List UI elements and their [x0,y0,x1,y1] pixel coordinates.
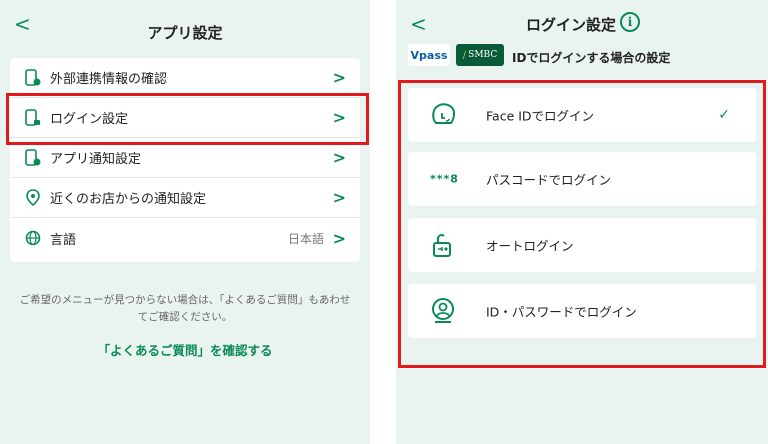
chevron-right-icon: > [332,188,346,207]
login-option-label: Face IDでログイン [486,108,595,124]
smbc-logo: / SMBC [456,44,504,66]
menu-item-login-settings[interactable]: ログイン設定 > [10,98,360,138]
login-option-face-id[interactable]: Face IDでログイン ✓ [408,88,756,142]
menu-item-nearby-store-notifications[interactable]: 近くのお店からの通知設定 > [10,178,360,218]
help-text: ご希望のメニューが見つからない場合は、「よくあるご質問」もあわせ てご確認くださ… [0,292,370,326]
auto-login-lock-icon [430,231,456,259]
login-section-subtitle: IDでログインする場合の設定 [512,51,671,65]
menu-item-label: ログイン設定 [50,112,129,127]
chevron-right-icon: > [332,228,346,248]
login-option-label: ID・パスワードでログイン [486,304,637,320]
phone-lock-icon [24,108,42,127]
chevron-right-icon: > [332,108,346,127]
settings-menu: 外部連携情報の確認 > ログイン設定 > アプリ通知設定 > 近くのお店からの通… [10,58,360,262]
login-option-label: パスコードでログイン [486,172,612,188]
chevron-right-icon: > [332,148,346,167]
menu-item-label: 外部連携情報の確認 [50,72,168,87]
menu-item-label: 言語 [50,232,77,248]
menu-item-language[interactable]: 言語 日本語 > [10,218,360,258]
menu-item-app-notifications[interactable]: アプリ通知設定 > [10,138,360,178]
login-option-label: オートログイン [486,238,574,254]
help-text-line: てご確認ください。 [137,311,233,323]
login-option-auto-login[interactable]: オートログイン [408,218,756,272]
back-button[interactable]: < [410,14,427,34]
leaf-icon: / [462,49,467,61]
checkmark-icon: ✓ [718,107,730,123]
faq-link[interactable]: 「よくあるご質問」を確認する [0,340,370,359]
login-option-passcode[interactable]: ***8 パスコードでログイン [408,152,756,206]
face-id-icon [430,101,458,129]
smbc-logo-text: SMBC [468,50,498,60]
passcode-icon: ***8 [430,172,459,186]
phone-bell-icon [24,148,42,167]
page-title: ログイン設定 [526,16,617,34]
language-value: 日本語 [287,231,324,246]
chevron-right-icon: > [332,68,346,87]
menu-item-external-link-info[interactable]: 外部連携情報の確認 > [10,58,360,98]
location-pin-icon [24,188,42,207]
page-title: アプリ設定 [147,24,223,42]
info-icon[interactable]: i [620,12,640,32]
globe-icon [24,229,42,247]
app-settings-screen: < アプリ設定 外部連携情報の確認 > ログイン設定 > アプリ通知設定 > 近… [0,0,370,444]
vpass-logo: Vpass [408,44,450,66]
login-option-id-password[interactable]: ID・パスワードでログイン [408,284,756,338]
menu-item-label: 近くのお店からの通知設定 [50,192,207,207]
phone-link-icon [24,68,42,87]
id-password-user-icon [430,297,456,325]
login-settings-screen: < ログイン設定 i Vpass / SMBC IDでログインする場合の設定 F… [396,0,768,444]
menu-item-label: アプリ通知設定 [50,152,142,167]
help-text-line: ご希望のメニューが見つからない場合は、「よくあるご質問」もあわせ [19,294,351,306]
